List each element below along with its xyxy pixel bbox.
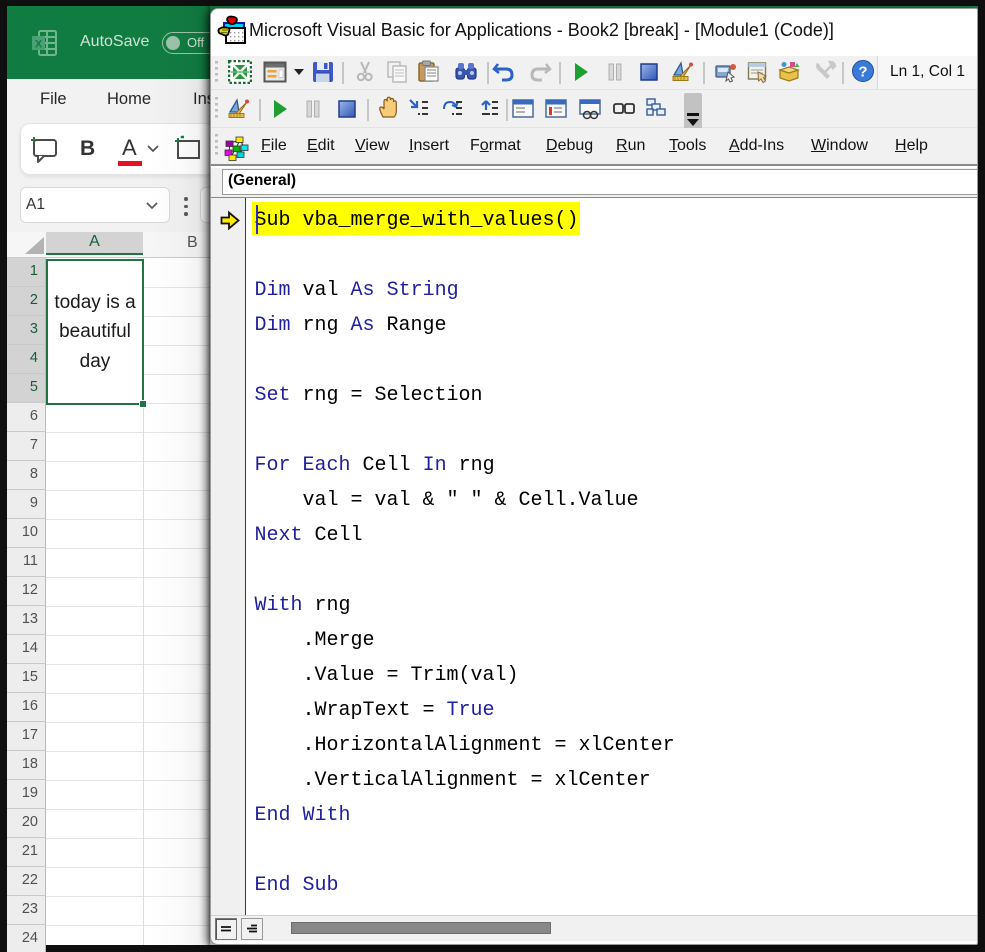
svg-text:X: X (35, 39, 43, 51)
svg-text:?: ? (858, 64, 867, 81)
